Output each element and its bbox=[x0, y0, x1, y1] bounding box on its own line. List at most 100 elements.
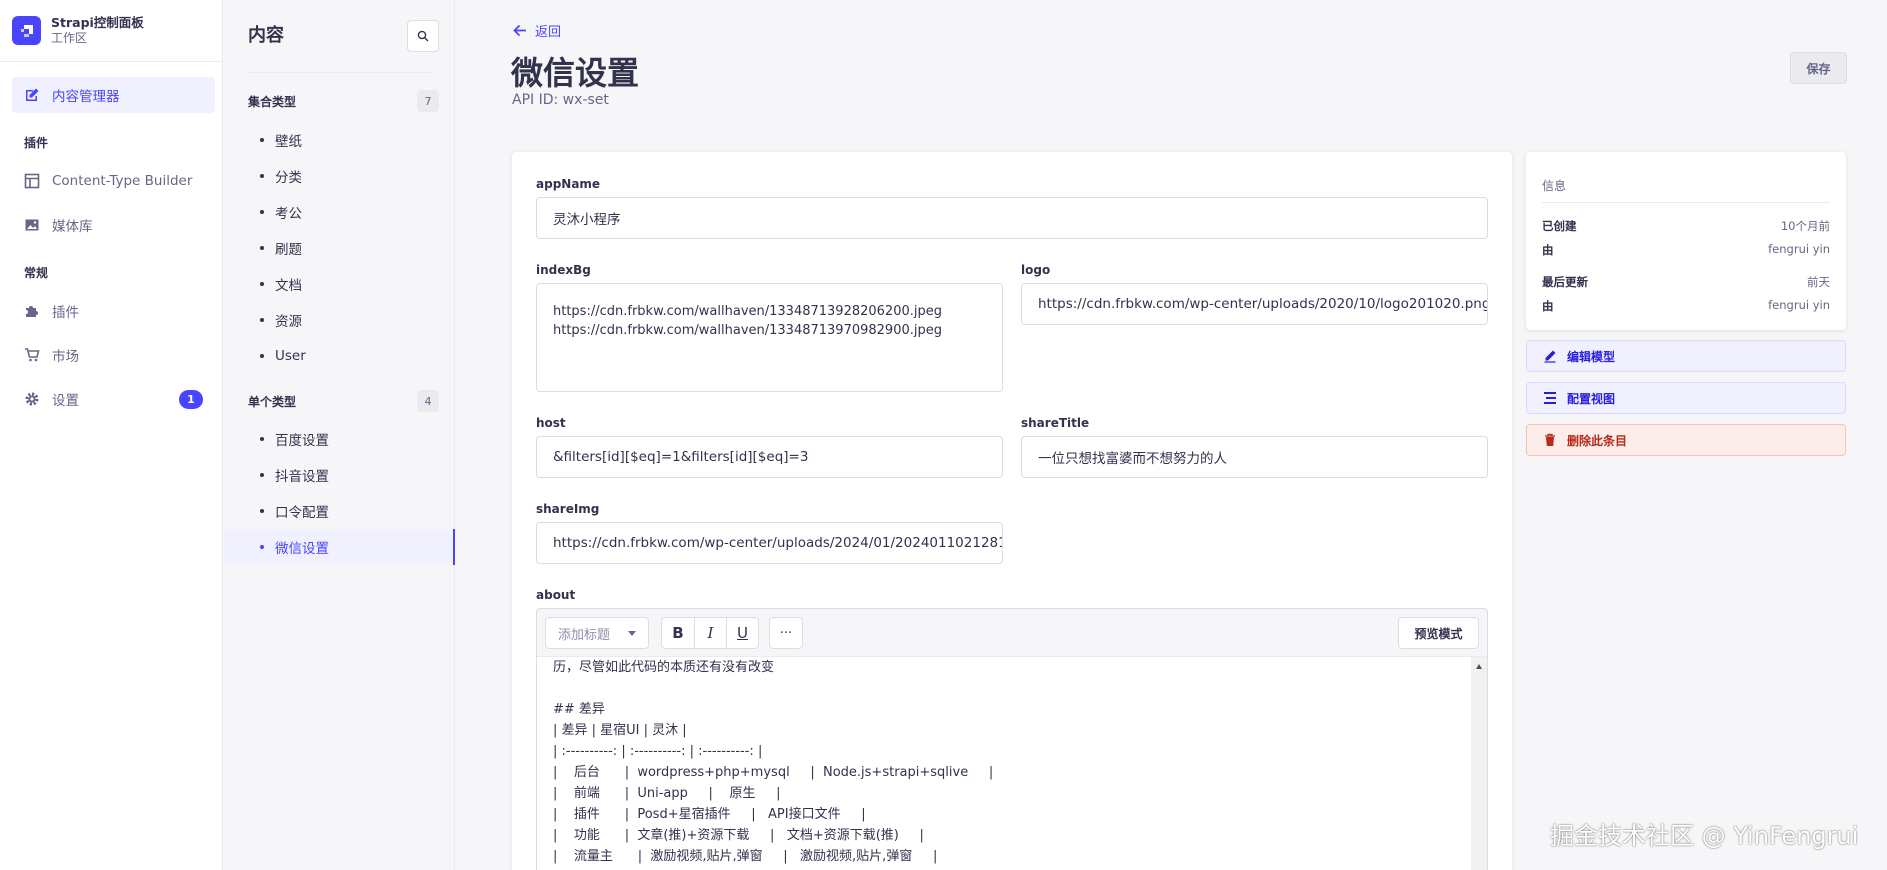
back-link[interactable]: 返回 bbox=[512, 21, 561, 40]
subnav-item-docs[interactable]: 文档 bbox=[224, 266, 455, 302]
subnav-item-label: 微信设置 bbox=[275, 541, 329, 557]
configure-view-button[interactable]: 配置视图 bbox=[1526, 382, 1846, 414]
single-types-count: 4 bbox=[417, 390, 439, 412]
puzzle-icon bbox=[24, 303, 40, 319]
pencil-icon bbox=[1544, 350, 1556, 363]
editor-content[interactable]: 历，尽管如此代码的本质还有没有改变 ## 差异 | 差异 | 星宿UI | 灵沐 |… bbox=[537, 657, 1471, 870]
indexbg-line: https://cdn.frbkw.com/wallhaven/13348713… bbox=[553, 323, 942, 338]
subnav-item-quiz[interactable]: 刷题 bbox=[224, 230, 455, 266]
sharetitle-label: shareTitle bbox=[1021, 416, 1090, 430]
delete-entry-button[interactable]: 删除此条目 bbox=[1526, 424, 1846, 456]
bullet bbox=[260, 509, 264, 513]
api-id: API ID: wx-set bbox=[512, 92, 609, 108]
subnav-item-wallpaper[interactable]: 壁纸 bbox=[224, 122, 455, 158]
single-types-toggle[interactable]: 单个类型 4 bbox=[248, 389, 439, 413]
subnav-item-baidu-settings[interactable]: 百度设置 bbox=[224, 421, 455, 457]
about-markdown-editor: 添加标题 B I U ··· 预览模式 历，尽管如此代码的本质还有没有改变 ## … bbox=[536, 608, 1488, 870]
nav-content-type-builder[interactable]: Content-Type Builder bbox=[12, 163, 215, 199]
info-key: 由 bbox=[1542, 243, 1554, 257]
editor-line: | 流量主 | 激励视频,贴片,弹窗 | 激励视频,贴片,弹窗 | bbox=[553, 849, 938, 864]
shopping-cart-icon bbox=[24, 347, 40, 363]
workspace-brand[interactable]: Strapi控制面板 工作区 bbox=[0, 0, 222, 62]
gear-icon bbox=[24, 391, 40, 407]
nav-marketplace[interactable]: 市场 bbox=[12, 337, 215, 373]
appname-label: appName bbox=[536, 177, 601, 191]
nav-plugins[interactable]: 插件 bbox=[12, 293, 215, 329]
info-key: 最后更新 bbox=[1542, 275, 1588, 289]
subnav-item-label: 考公 bbox=[275, 206, 302, 222]
shareimg-input[interactable]: https://cdn.frbkw.com/wp-center/uploads/… bbox=[536, 522, 1003, 564]
editor-scrollbar[interactable] bbox=[1471, 657, 1487, 870]
edit-model-button[interactable]: 编辑模型 bbox=[1526, 340, 1846, 372]
editor-line: | :----------: | :----------: | :-------… bbox=[553, 744, 763, 759]
save-button[interactable]: 保存 bbox=[1790, 52, 1847, 84]
subnav-divider bbox=[248, 72, 431, 73]
page-title: 微信设置 bbox=[511, 54, 640, 92]
subnav-item-label: 壁纸 bbox=[275, 134, 302, 150]
info-key: 已创建 bbox=[1542, 219, 1577, 233]
nav-settings[interactable]: 设置 1 bbox=[12, 381, 215, 417]
bullet bbox=[260, 138, 264, 142]
info-value: fengrui yin bbox=[1768, 242, 1830, 256]
more-options-button[interactable]: ··· bbox=[770, 618, 802, 648]
scroll-up-arrow-icon[interactable] bbox=[1476, 664, 1482, 669]
more-button-group: ··· bbox=[769, 617, 803, 649]
subnav-item-resources[interactable]: 资源 bbox=[224, 302, 455, 338]
editor-line: 历，尽管如此代码的本质还有没有改变 bbox=[553, 660, 775, 675]
indexbg-label: indexBg bbox=[536, 263, 591, 277]
subnav-item-label: 百度设置 bbox=[275, 433, 329, 449]
subnav-item-user[interactable]: User bbox=[224, 338, 455, 374]
nav-marketplace-label: 市场 bbox=[52, 349, 79, 365]
subnav-item-category[interactable]: 分类 bbox=[224, 158, 455, 194]
nav-media-library[interactable]: 媒体库 bbox=[12, 207, 215, 243]
info-value: fengrui yin bbox=[1768, 298, 1830, 312]
delete-entry-label: 删除此条目 bbox=[1567, 433, 1628, 448]
sharetitle-input[interactable]: 一位只想找富婆而不想努力的人 bbox=[1021, 436, 1488, 478]
back-link-label: 返回 bbox=[535, 25, 562, 40]
subnav-item-douyin-settings[interactable]: 抖音设置 bbox=[224, 457, 455, 493]
search-button[interactable] bbox=[407, 20, 439, 52]
brand-title: Strapi控制面板 bbox=[51, 15, 144, 30]
indexbg-line: https://cdn.frbkw.com/wallhaven/13348713… bbox=[553, 304, 942, 319]
italic-button[interactable]: I bbox=[694, 618, 726, 648]
subnav-item-civil-exam[interactable]: 考公 bbox=[224, 194, 455, 230]
info-title: 信息 bbox=[1542, 179, 1567, 193]
single-types-label: 单个类型 bbox=[248, 394, 297, 409]
heading-select-value: 添加标题 bbox=[558, 627, 611, 643]
host-input[interactable]: &filters[id][$eq]=1&filters[id][$eq]=3 bbox=[536, 436, 1003, 478]
collection-types-toggle[interactable]: 集合类型 7 bbox=[248, 89, 439, 113]
subnav-item-label: 口令配置 bbox=[275, 505, 329, 521]
logo-input[interactable]: https://cdn.frbkw.com/wp-center/uploads/… bbox=[1021, 283, 1488, 325]
layout-list-icon bbox=[1544, 392, 1556, 404]
info-value: 10个月前 bbox=[1780, 219, 1830, 233]
bold-button[interactable]: B bbox=[662, 618, 694, 648]
nav-section-general: 常规 bbox=[24, 266, 49, 280]
subnav-item-token-config[interactable]: 口令配置 bbox=[224, 493, 455, 529]
search-icon bbox=[417, 30, 429, 42]
collection-types-label: 集合类型 bbox=[248, 94, 297, 109]
subnav-item-wechat-settings[interactable]: 微信设置 bbox=[224, 529, 455, 565]
heading-select[interactable]: 添加标题 bbox=[545, 617, 649, 649]
info-value: 前天 bbox=[1807, 275, 1830, 289]
about-label: about bbox=[536, 588, 576, 602]
editor-toolbar: 添加标题 B I U ··· 预览模式 bbox=[537, 609, 1487, 657]
content-sub-nav: 内容 集合类型 7 壁纸 分类 考公 刷题 文档 资源 User 单个类型 4 … bbox=[224, 0, 455, 870]
bullet bbox=[260, 210, 264, 214]
appname-input[interactable]: 灵沐小程序 bbox=[536, 197, 1488, 239]
underline-button[interactable]: U bbox=[726, 618, 758, 648]
edit-document-icon bbox=[24, 87, 40, 103]
subnav-item-label: 分类 bbox=[275, 170, 302, 186]
info-row-created: 已创建 10个月前 bbox=[1542, 218, 1830, 234]
arrow-left-icon bbox=[513, 24, 526, 37]
bullet bbox=[260, 318, 264, 322]
nav-content-manager[interactable]: 内容管理器 bbox=[12, 77, 215, 113]
indexbg-textarea[interactable]: https://cdn.frbkw.com/wallhaven/13348713… bbox=[536, 283, 1003, 392]
editor-line: ## 差异 bbox=[553, 702, 605, 717]
editor-line: | 功能 | 文章(推)+资源下载 | 文档+资源下载(推) | bbox=[553, 828, 924, 843]
shareimg-label: shareImg bbox=[536, 502, 600, 516]
nav-content-manager-label: 内容管理器 bbox=[52, 89, 120, 105]
preview-mode-button[interactable]: 预览模式 bbox=[1398, 617, 1479, 649]
info-panel: 信息 已创建 10个月前 由 fengrui yin 最后更新 前天 由 fen… bbox=[1526, 152, 1846, 330]
bullet bbox=[260, 246, 264, 250]
subnav-item-label: User bbox=[275, 348, 306, 364]
